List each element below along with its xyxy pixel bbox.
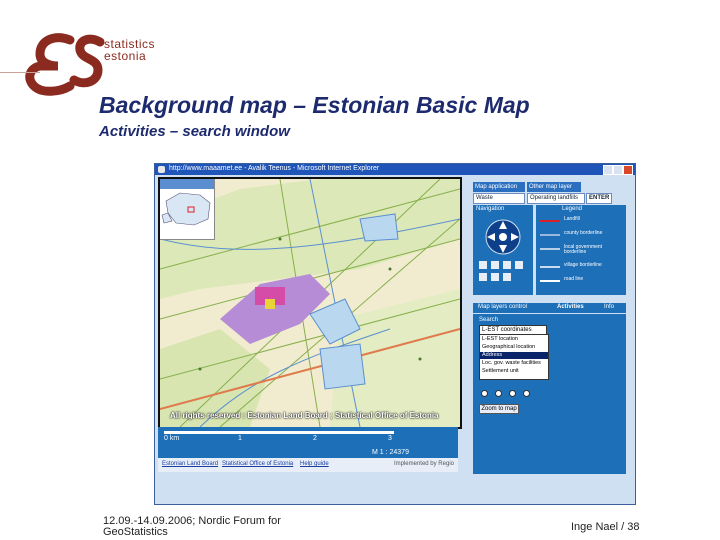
scale-label: 2 — [313, 435, 317, 442]
legend-item: county borderline — [540, 230, 622, 240]
scale-label: 3 — [388, 435, 392, 442]
implementer-note: Implemented by Regio — [393, 461, 454, 467]
legend-label: Landfill — [564, 216, 580, 222]
link-help[interactable]: Help guide — [300, 461, 329, 467]
brand-line-2: estonia — [104, 49, 147, 63]
navigation-panel: Navigation — [473, 205, 533, 295]
tab-activities[interactable]: Activities — [557, 304, 584, 310]
embedded-screenshot: http://www.maaamet.ee - Avalik Teenus - … — [154, 163, 636, 505]
navigation-title: Navigation — [476, 206, 505, 212]
print-icon[interactable] — [503, 273, 511, 281]
brand-wordmark: statistics estonia — [104, 38, 155, 62]
scale-label: 1 — [238, 435, 242, 442]
statistics-estonia-logo — [25, 33, 105, 96]
footer-event-line-2: GeoStatistics — [103, 526, 168, 538]
legend-label: local government borderline — [564, 244, 603, 255]
tab-info[interactable]: Info — [604, 304, 614, 310]
panel-tabs: Map layers control Activities Info — [473, 303, 626, 313]
legend-item: road line — [540, 276, 622, 286]
full-extent-icon[interactable] — [515, 261, 523, 269]
pan-compass-icon[interactable] — [483, 217, 523, 257]
dropdown-option[interactable]: Loc. gov. waste facilities — [480, 360, 548, 367]
legend-item: local government borderline — [540, 244, 622, 255]
scale-label: 0 km — [164, 435, 180, 442]
logo-s-shape — [69, 34, 105, 88]
zoom-to-map-button[interactable]: Zoom to map — [479, 404, 519, 414]
enter-button[interactable]: ENTER — [586, 193, 612, 204]
dropdown-option[interactable]: L-EST location — [480, 336, 548, 343]
logo-e-shape — [25, 33, 75, 96]
footer-event: 12.09.-14.09.2006; Nordic Forum for GeoS… — [103, 516, 281, 538]
legend-swatch — [540, 266, 560, 268]
legend-swatch — [540, 248, 560, 250]
scale-ratio: M 1 : 24379 — [372, 449, 409, 456]
pan-icon[interactable] — [503, 261, 511, 269]
radio-option[interactable] — [509, 390, 516, 397]
search-window: Search L-EST coordinates L-EST location … — [473, 314, 626, 474]
slide-subtitle: Activities – search window — [99, 123, 290, 140]
dropdown-option-selected[interactable]: Address — [480, 352, 548, 359]
legend-swatch — [540, 220, 560, 222]
link-land-board[interactable]: Estonian Land Board — [162, 461, 218, 467]
close-button[interactable] — [623, 165, 633, 175]
legend-item: village borderline — [540, 262, 622, 272]
zoom-out-icon[interactable] — [491, 261, 499, 269]
map-application-select[interactable]: Waste — [473, 193, 525, 204]
radio-option[interactable] — [523, 390, 530, 397]
other-layer-label: Other map layer — [527, 182, 581, 192]
measure-icon[interactable] — [479, 273, 487, 281]
browser-title: http://www.maaamet.ee - Avalik Teenus - … — [169, 165, 380, 172]
legend-label: village borderline — [564, 262, 602, 268]
legend-panel: Legend Landfill county borderline local … — [536, 205, 626, 295]
browser-titlebar: http://www.maaamet.ee - Avalik Teenus - … — [155, 164, 635, 175]
legend-title: Legend — [562, 206, 583, 212]
map-application-label: Map application — [473, 182, 525, 192]
search-label: Search — [479, 317, 499, 323]
identify-icon[interactable] — [491, 273, 499, 281]
map-copyright-watermark: All rights reserved : Estonian Land Boar… — [170, 411, 439, 420]
logo-underline — [0, 72, 40, 73]
legend-label: county borderline — [564, 230, 603, 236]
control-panel: Map application Waste Other map layer Op… — [470, 177, 630, 474]
zoom-in-icon[interactable] — [479, 261, 487, 269]
overview-inset-map[interactable] — [160, 179, 215, 240]
maximize-button[interactable] — [613, 165, 623, 175]
minimize-button[interactable] — [603, 165, 613, 175]
legend-swatch — [540, 280, 560, 282]
estonia-overview-graphic — [160, 179, 214, 226]
dropdown-option[interactable]: Geographical location — [480, 344, 548, 351]
browser-icon — [158, 166, 165, 173]
footer-author-page: Inge Nael / 38 — [571, 521, 640, 533]
tab-map-layers[interactable]: Map layers control — [478, 304, 527, 310]
slide-title: Background map – Estonian Basic Map — [99, 92, 530, 118]
search-type-dropdown: L-EST location Geographical location Add… — [479, 334, 549, 380]
link-statistics-office[interactable]: Statistical Office of Estonia — [222, 461, 293, 467]
legend-label: road line — [564, 276, 584, 282]
other-layer-select[interactable]: Operating landfills — [527, 193, 585, 204]
basic-map-view[interactable]: All rights reserved : Estonian Land Boar… — [158, 177, 462, 429]
radio-option[interactable] — [495, 390, 502, 397]
scale-bar — [164, 431, 394, 434]
legend-swatch — [540, 234, 560, 236]
footer-links: Estonian Land Board Statistical Office o… — [158, 458, 458, 472]
radio-option[interactable] — [481, 390, 488, 397]
dropdown-option[interactable]: Settlement unit — [480, 368, 548, 375]
legend-item: Landfill — [540, 216, 622, 226]
